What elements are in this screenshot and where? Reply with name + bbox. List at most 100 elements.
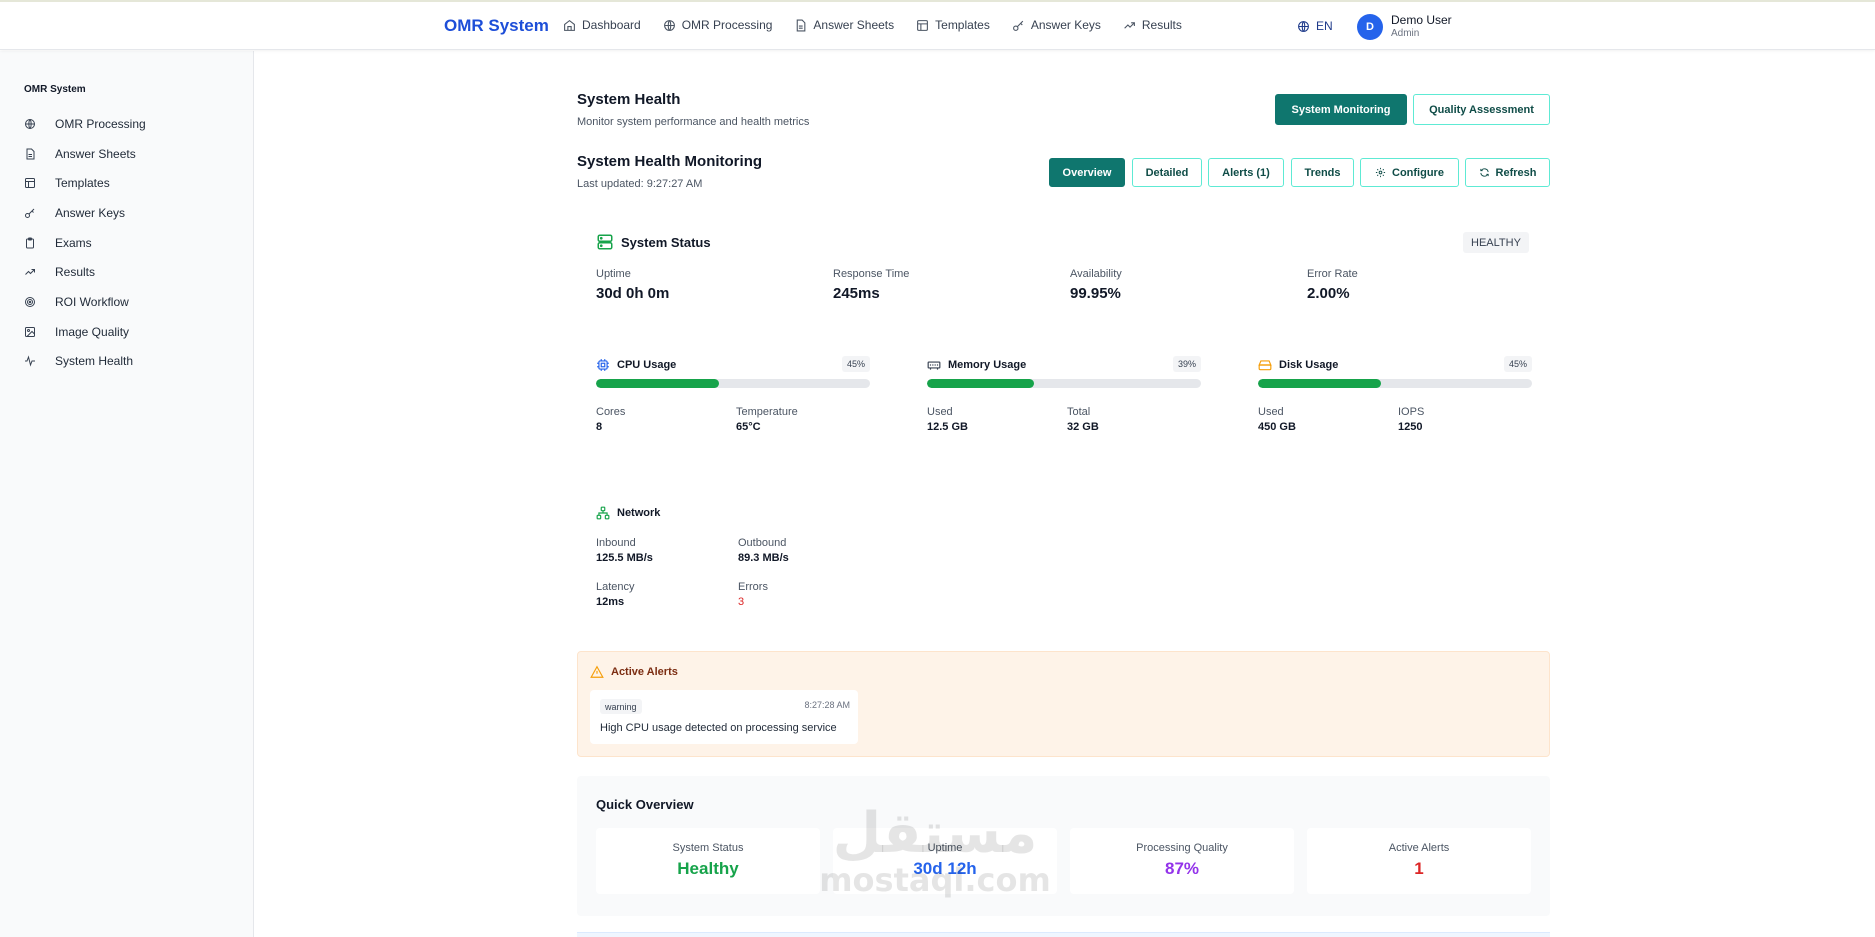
metric-value: 30d 0h 0m — [596, 285, 670, 302]
alert-time: 8:27:28 AM — [804, 700, 850, 710]
tab-detailed[interactable]: Detailed — [1132, 158, 1202, 187]
activity-icon — [25, 355, 35, 368]
image-icon — [25, 326, 35, 337]
language-label: EN — [1316, 19, 1333, 33]
template-icon — [25, 178, 35, 189]
server-icon — [597, 234, 613, 250]
refresh-button[interactable]: Refresh — [1465, 158, 1550, 187]
nav-answer-keys-label: Answer Keys — [1030, 18, 1101, 32]
sidebar-item-results[interactable]: Results — [24, 257, 146, 287]
globe-icon — [663, 19, 675, 31]
sidebar-item-exams[interactable]: Exams — [24, 228, 146, 258]
stat-label: Errors — [738, 581, 768, 593]
user-name: Demo User — [1391, 13, 1452, 27]
nav-templates[interactable]: Templates — [916, 18, 990, 32]
tab-overview[interactable]: Overview — [1049, 158, 1125, 187]
sidebar: OMR System OMR Processing Answer Sheets … — [0, 51, 254, 937]
disk-usage-header: Disk Usage — [1258, 356, 1532, 374]
active-alerts-panel: Active Alerts warning 8:27:28 AM High CP… — [577, 651, 1550, 757]
refresh-icon — [1479, 168, 1489, 177]
stat-value: 3 — [738, 596, 745, 608]
sidebar-item-answer-sheets[interactable]: Answer Sheets — [24, 139, 146, 169]
nav-omr-processing[interactable]: OMR Processing — [663, 18, 773, 32]
sidebar-list: OMR Processing Answer Sheets Templates A… — [24, 109, 146, 376]
sidebar-item-answer-keys[interactable]: Answer Keys — [24, 198, 146, 228]
stat-label: Temperature — [736, 406, 798, 418]
memory-usage-header: Memory Usage — [927, 356, 1201, 374]
sidebar-item-label: Answer Keys — [55, 205, 126, 220]
nav-answer-sheets[interactable]: Answer Sheets — [794, 18, 894, 32]
sidebar-item-system-health[interactable]: System Health — [24, 347, 146, 377]
configure-label: Configure — [1392, 166, 1444, 179]
overview-label: Processing Quality — [1136, 842, 1228, 854]
language-switcher[interactable]: EN — [1297, 19, 1333, 33]
warning-icon — [590, 665, 604, 678]
cpu-usage-card: CPU Usage 45% Cores 8 Temperature 65°C — [596, 356, 870, 433]
gear-icon — [1375, 167, 1386, 178]
trending-up-icon — [25, 269, 35, 276]
overview-label: System Status — [672, 842, 744, 854]
sidebar-item-roi-workflow[interactable]: ROI Workflow — [24, 287, 146, 317]
sidebar-item-label: Image Quality — [55, 324, 130, 339]
next-section-edge — [577, 932, 1550, 937]
active-alerts-header: Active Alerts — [590, 665, 678, 679]
hard-drive-icon — [1258, 360, 1272, 371]
sidebar-item-label: OMR Processing — [55, 116, 146, 131]
stat-value: 65°C — [736, 421, 761, 433]
nav-dashboard[interactable]: Dashboard — [563, 18, 641, 32]
disk-iops: IOPS 1250 — [1398, 406, 1424, 433]
metric-value: 245ms — [833, 285, 880, 302]
globe-icon — [25, 118, 35, 129]
stat-value: 12.5 GB — [927, 421, 968, 433]
target-icon — [25, 296, 35, 307]
nav-answer-keys[interactable]: Answer Keys — [1012, 18, 1101, 32]
memory-percent-badge: 39% — [1172, 356, 1201, 372]
nav-results-label: Results — [1141, 18, 1182, 32]
configure-button[interactable]: Configure — [1360, 158, 1459, 187]
sidebar-title: OMR System — [24, 84, 86, 95]
overview-card-active-alerts: Active Alerts 1 — [1307, 828, 1531, 894]
memory-used: Used 12.5 GB — [927, 406, 968, 433]
key-icon — [25, 208, 35, 218]
sidebar-item-omr-processing[interactable]: OMR Processing — [24, 109, 146, 139]
memory-progress-fill — [927, 379, 1034, 388]
metric-value: 99.95% — [1070, 285, 1121, 302]
sidebar-item-templates[interactable]: Templates — [24, 168, 146, 198]
stat-value: 125.5 MB/s — [596, 552, 653, 564]
metric-label: Availability — [1070, 268, 1122, 280]
stat-label: IOPS — [1398, 406, 1425, 418]
stat-label: Total — [1067, 406, 1091, 418]
alert-severity-badge: warning — [600, 699, 642, 714]
overview-card-system-status: System Status Healthy — [596, 828, 820, 894]
sidebar-item-image-quality[interactable]: Image Quality — [24, 317, 146, 347]
stat-label: Cores — [596, 406, 626, 418]
overview-value: Healthy — [677, 859, 739, 878]
network-outbound: Outbound 89.3 MB/s — [738, 537, 789, 564]
cpu-icon — [597, 359, 609, 371]
metric-response-time: Response Time 245ms — [833, 268, 909, 302]
trending-up-icon — [1124, 21, 1135, 29]
nav-omr-processing-label: OMR Processing — [681, 18, 773, 32]
memory-progress-bar — [927, 379, 1201, 388]
stat-value: 450 GB — [1258, 421, 1296, 433]
key-icon — [1012, 20, 1024, 31]
alert-card[interactable]: warning 8:27:28 AM High CPU usage detect… — [590, 690, 858, 744]
overview-value: 87% — [1164, 859, 1200, 878]
stat-value: 89.3 MB/s — [738, 552, 789, 564]
user-menu[interactable]: D Demo User Admin — [1357, 13, 1452, 40]
nav-results[interactable]: Results — [1123, 18, 1182, 32]
tab-alerts[interactable]: Alerts (1) — [1208, 158, 1284, 187]
network-inbound: Inbound 125.5 MB/s — [596, 537, 653, 564]
quick-overview-title: Quick Overview — [596, 797, 694, 812]
page-title: System Health — [577, 91, 681, 108]
brand-logo[interactable]: OMR System — [444, 16, 549, 36]
sidebar-item-label: System Health — [55, 354, 134, 369]
overview-card-processing-quality: Processing Quality 87% — [1070, 828, 1294, 894]
memory-usage-card: Memory Usage 39% Used 12.5 GB Total 32 G… — [927, 356, 1201, 433]
stat-label: Used — [1258, 406, 1284, 418]
system-monitoring-button[interactable]: System Monitoring — [1275, 94, 1407, 125]
quality-assessment-button[interactable]: Quality Assessment — [1413, 94, 1550, 125]
status-badge: HEALTHY — [1463, 232, 1529, 253]
stat-label: Outbound — [738, 537, 787, 549]
tab-trends[interactable]: Trends — [1291, 158, 1354, 187]
